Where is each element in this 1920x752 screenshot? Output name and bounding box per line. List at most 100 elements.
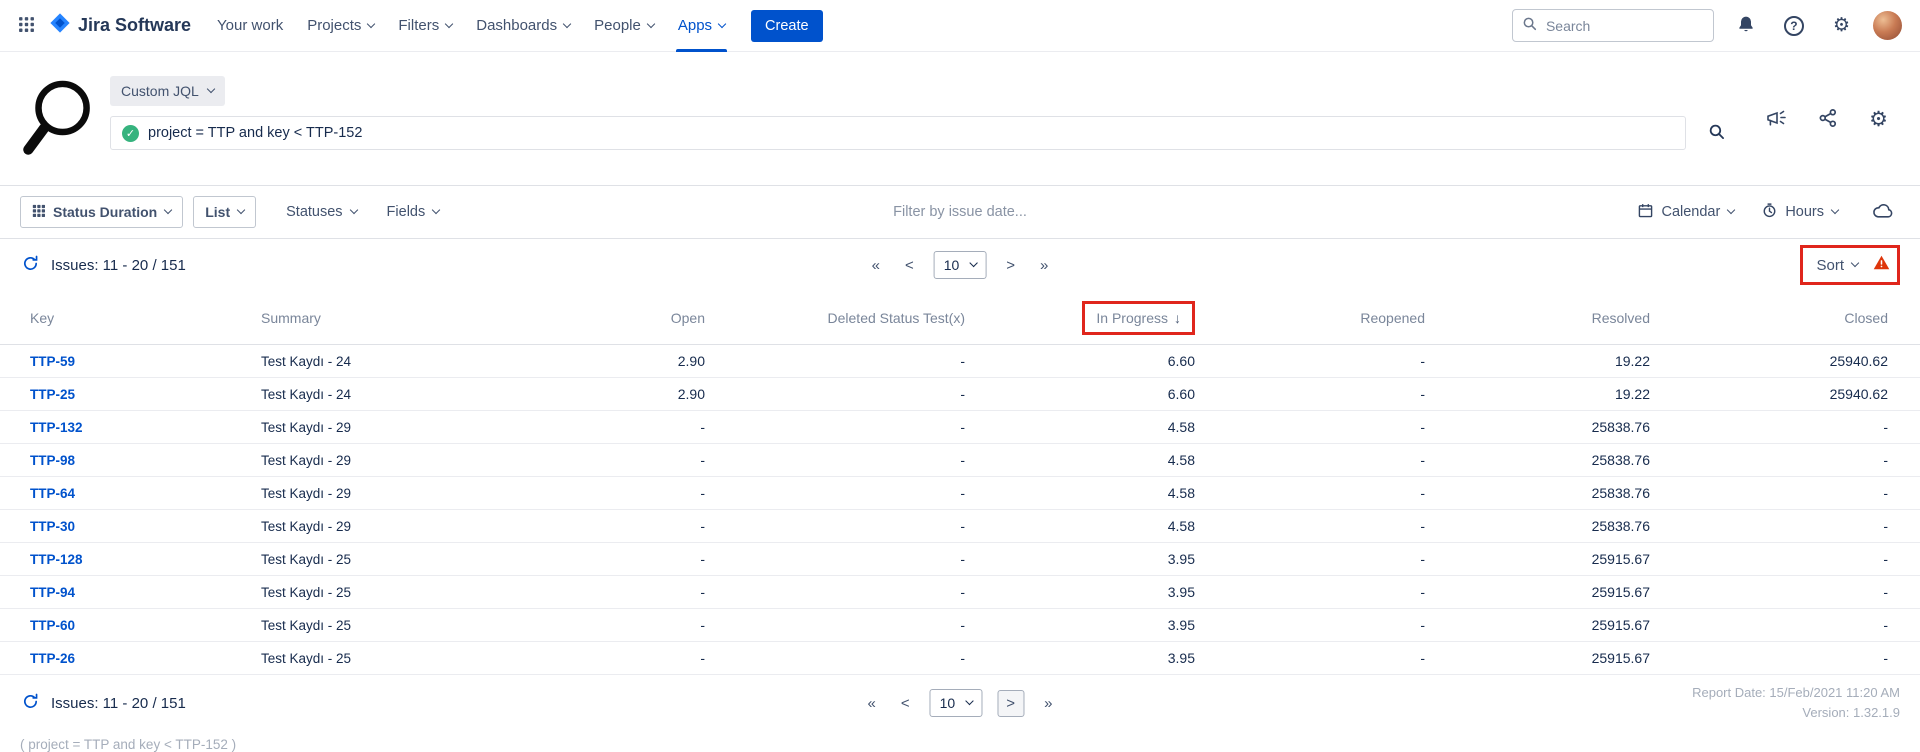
issue-key-link[interactable]: TTP-64 xyxy=(30,486,75,501)
nav-filters[interactable]: Filters xyxy=(386,0,464,52)
last-page-button[interactable]: » xyxy=(1035,254,1053,277)
issues-count-bottom: Issues: 11 - 20 / 151 xyxy=(20,691,186,715)
time-unit-dropdown[interactable]: Hours xyxy=(1762,203,1838,222)
top-nav: Jira Software Your work Projects Filters… xyxy=(0,0,1920,52)
jira-diamond-icon xyxy=(49,12,71,39)
user-avatar[interactable] xyxy=(1873,11,1902,40)
cell-in-progress: 4.58 xyxy=(965,411,1195,444)
jira-logo-text: Jira Software xyxy=(78,15,191,36)
report-settings-button[interactable] xyxy=(1867,107,1890,132)
cell-resolved: 25838.76 xyxy=(1425,411,1650,444)
table-row: TTP-30Test Kaydı - 29--4.58-25838.76- xyxy=(0,510,1920,543)
table-row: TTP-25Test Kaydı - 242.90-6.60-19.222594… xyxy=(0,378,1920,411)
prev-page-button[interactable]: < xyxy=(900,254,919,277)
next-page-button[interactable]: > xyxy=(997,690,1024,717)
refresh-button[interactable] xyxy=(20,691,41,715)
cell-open: 2.90 xyxy=(555,378,705,411)
jql-query-input[interactable]: project = TTP and key < TTP-152 xyxy=(110,116,1686,150)
cell-key: TTP-128 xyxy=(0,543,235,576)
page-size-select[interactable]: 10 xyxy=(934,251,987,279)
global-search[interactable] xyxy=(1512,9,1714,42)
nav-dashboards[interactable]: Dashboards xyxy=(464,0,582,52)
share-button[interactable] xyxy=(1816,106,1840,133)
jira-logo[interactable]: Jira Software xyxy=(49,12,191,39)
nav-projects[interactable]: Projects xyxy=(295,0,386,52)
issue-date-filter[interactable]: Filter by issue date... xyxy=(893,204,1027,220)
column-header-key[interactable]: Key xyxy=(0,291,235,345)
issue-key-link[interactable]: TTP-128 xyxy=(30,552,83,567)
column-header-deleted-status-test[interactable]: Deleted Status Test(x) xyxy=(705,291,965,345)
page-size-select[interactable]: 10 xyxy=(930,689,983,717)
cell-summary: Test Kaydı - 25 xyxy=(235,576,555,609)
nav-apps[interactable]: Apps xyxy=(666,0,737,52)
issue-key-link[interactable]: TTP-94 xyxy=(30,585,75,600)
issue-key-link[interactable]: TTP-30 xyxy=(30,519,75,534)
first-page-button[interactable]: « xyxy=(862,692,880,715)
jql-mode-dropdown[interactable]: Custom JQL xyxy=(110,76,225,106)
cell-deleted: - xyxy=(705,411,965,444)
cell-open: - xyxy=(555,609,705,642)
help-button[interactable] xyxy=(1778,10,1810,42)
calendar-dropdown[interactable]: Calendar xyxy=(1638,203,1734,222)
create-button[interactable]: Create xyxy=(751,10,823,42)
cell-key: TTP-60 xyxy=(0,609,235,642)
cell-deleted: - xyxy=(705,543,965,576)
cell-deleted: - xyxy=(705,609,965,642)
chevron-down-icon xyxy=(207,85,215,93)
layout-dropdown[interactable]: List xyxy=(193,196,256,228)
column-header-reopened[interactable]: Reopened xyxy=(1195,291,1425,345)
cell-resolved: 25915.67 xyxy=(1425,609,1650,642)
prev-page-button[interactable]: < xyxy=(896,692,915,715)
nav-your-work[interactable]: Your work xyxy=(205,0,295,52)
column-header-resolved[interactable]: Resolved xyxy=(1425,291,1650,345)
annotation-box-in-progress: In Progress ↓ xyxy=(1082,301,1195,335)
next-page-button[interactable]: > xyxy=(1001,254,1020,277)
view-type-dropdown[interactable]: Status Duration xyxy=(20,196,183,228)
app-switcher-button[interactable] xyxy=(12,10,41,42)
notifications-button[interactable] xyxy=(1731,9,1761,42)
issue-key-link[interactable]: TTP-25 xyxy=(30,387,75,402)
cell-reopened: - xyxy=(1195,576,1425,609)
cell-in-progress: 6.60 xyxy=(965,345,1195,378)
cell-reopened: - xyxy=(1195,345,1425,378)
cell-summary: Test Kaydı - 29 xyxy=(235,510,555,543)
settings-button[interactable] xyxy=(1827,10,1856,41)
cell-key: TTP-98 xyxy=(0,444,235,477)
issue-key-link[interactable]: TTP-59 xyxy=(30,354,75,369)
last-page-button[interactable]: » xyxy=(1039,692,1057,715)
nav-people[interactable]: People xyxy=(582,0,666,52)
run-search-button[interactable] xyxy=(1702,117,1731,149)
cell-resolved: 25915.67 xyxy=(1425,576,1650,609)
cell-closed: - xyxy=(1650,510,1920,543)
table-row: TTP-26Test Kaydı - 25--3.95-25915.67- xyxy=(0,642,1920,675)
issues-count-label: Issues: 11 - 20 / 151 xyxy=(51,695,186,712)
cell-deleted: - xyxy=(705,642,965,675)
column-header-open[interactable]: Open xyxy=(555,291,705,345)
chevron-down-icon xyxy=(718,19,726,27)
statuses-dropdown[interactable]: Statuses xyxy=(286,204,356,220)
cell-closed: - xyxy=(1650,609,1920,642)
column-header-summary[interactable]: Summary xyxy=(235,291,555,345)
report-actions xyxy=(1763,106,1890,133)
cell-summary: Test Kaydı - 29 xyxy=(235,411,555,444)
chevron-down-icon xyxy=(1727,206,1735,214)
issue-key-link[interactable]: TTP-98 xyxy=(30,453,75,468)
grid-icon xyxy=(32,204,45,220)
first-page-button[interactable]: « xyxy=(867,254,885,277)
sort-dropdown[interactable]: Sort xyxy=(1810,256,1864,275)
issues-count-label: Issues: 11 - 20 / 151 xyxy=(51,257,186,274)
announcement-button[interactable] xyxy=(1763,106,1789,133)
cell-closed: 25940.62 xyxy=(1650,345,1920,378)
cell-key: TTP-59 xyxy=(0,345,235,378)
jql-echo: ( project = TTP and key < TTP-152 ) xyxy=(0,731,1920,752)
export-button[interactable] xyxy=(1866,197,1900,228)
search-input[interactable] xyxy=(1544,17,1704,35)
refresh-button[interactable] xyxy=(20,253,41,277)
issue-key-link[interactable]: TTP-132 xyxy=(30,420,83,435)
column-header-in-progress[interactable]: In Progress ↓ xyxy=(965,291,1195,345)
chevron-down-icon xyxy=(563,19,571,27)
column-header-closed[interactable]: Closed xyxy=(1650,291,1920,345)
fields-dropdown[interactable]: Fields xyxy=(387,204,440,220)
issue-key-link[interactable]: TTP-26 xyxy=(30,651,75,666)
issue-key-link[interactable]: TTP-60 xyxy=(30,618,75,633)
